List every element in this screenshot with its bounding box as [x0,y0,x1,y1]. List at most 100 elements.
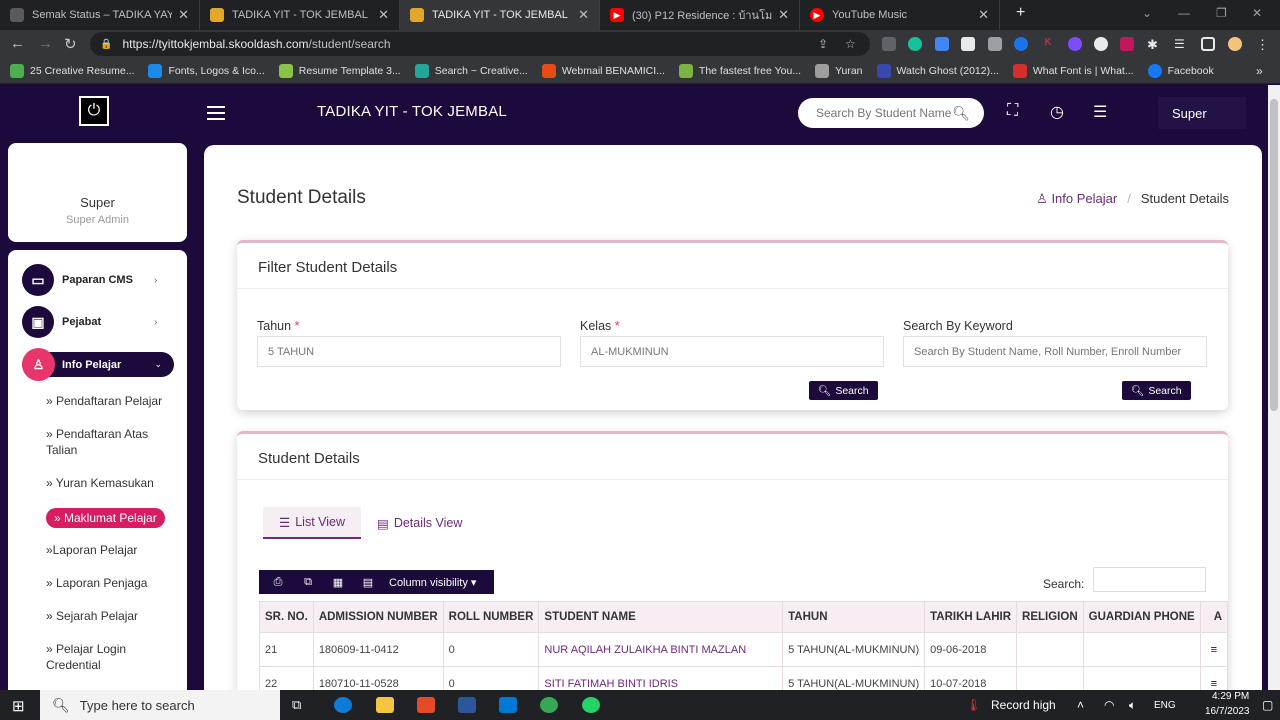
keyword-input[interactable] [903,336,1207,367]
extension-icon[interactable] [1094,37,1108,51]
windows-start-icon[interactable]: ⊞ [12,697,25,715]
sidebar-sub-maklumat-pelajar[interactable]: » Maklumat Pelajar [46,508,165,528]
school-logo[interactable]: ⏻ [79,96,109,126]
user-menu[interactable]: Super [1158,97,1246,129]
row-menu-icon[interactable]: ≡ [1211,678,1217,690]
puzzle-icon[interactable]: ✱ [1147,37,1161,52]
sidebar-sub-laporan-pelajar[interactable]: »Laporan Pelajar [46,542,176,558]
sidebar-sub-pelajar-login-credential[interactable]: » Pelajar Login Credential [46,641,176,673]
notification-icon[interactable]: ▢ [1262,698,1273,712]
extension-icon[interactable] [1068,37,1082,51]
bookmark-item[interactable]: Fonts, Logos & Ico... [148,63,265,78]
fullscreen-icon[interactable]: ⛶ [1007,102,1018,120]
extension-icon[interactable] [1014,37,1028,51]
bookmark-item[interactable]: Webmail BENAMICI... [541,63,665,78]
copy-icon[interactable]: ⧉ [293,576,323,589]
page-scrollbar[interactable] [1268,85,1280,690]
excel-icon[interactable]: ▦ [323,576,353,589]
scrollbar-thumb[interactable] [1270,99,1278,411]
breadcrumb-link[interactable]: ♙ Info Pelajar [1036,191,1117,207]
sidepanel-icon[interactable] [1201,37,1215,51]
clock-time[interactable]: 4:29 PM [1212,691,1249,702]
search-button-kelas[interactable]: 🔍︎ Search [809,381,878,400]
close-icon[interactable]: ✕ [978,7,989,23]
more-bookmarks-icon[interactable]: » [1256,64,1263,78]
bookmark-item[interactable]: The fastest free You... [678,63,801,78]
sidebar-item-pejabat[interactable]: ▣ Pejabat › [22,306,157,338]
col-admission-number[interactable]: ADMISSION NUMBER [312,601,444,633]
edge-icon[interactable] [334,697,352,713]
wifi-icon[interactable]: ◠ [1104,698,1114,712]
clock-icon[interactable]: ◷ [1050,102,1064,122]
close-icon[interactable]: ✕ [178,7,189,23]
close-icon[interactable]: ✕ [578,7,589,23]
layout-icon[interactable]: ☰ [1093,102,1107,122]
tab-list-view[interactable]: ☰ List View [263,507,362,539]
clock-date[interactable]: 16/7/2023 [1205,706,1250,717]
extension-icon[interactable] [882,37,896,51]
col-tarikh-lahir[interactable]: TARIKH LAHIR [924,601,1018,633]
col-roll-number[interactable]: ROLL NUMBER [442,601,540,633]
col-sr-no[interactable]: SR. NO. [259,601,314,633]
browser-tab-4[interactable]: ▶ (30) P12 Residence : บ้านโมเดิร์นสี ✕ [600,0,800,30]
sidebar-item-info-pelajar[interactable]: ♙ Info Pelajar ⌄ [22,348,174,381]
header-search-input[interactable] [816,106,953,120]
store-icon[interactable] [417,697,435,713]
word-icon[interactable] [458,697,476,713]
back-icon[interactable]: ← [10,35,25,52]
file-explorer-icon[interactable] [376,697,394,713]
pdf-icon[interactable]: ▤ [353,576,383,589]
table-search-input[interactable] [1093,567,1206,592]
minimize-icon[interactable]: — [1178,6,1190,20]
window-close-icon[interactable]: ✕ [1252,6,1262,20]
bookmark-item[interactable]: 25 Creative Resume... [10,63,134,78]
kelas-select[interactable]: AL-MUKMINUN [580,336,884,367]
sidebar-sub-laporan-penjaga[interactable]: » Laporan Penjaga [46,575,176,591]
bookmark-item[interactable]: Yuran [815,63,863,78]
col-action[interactable]: A [1199,601,1229,633]
forward-icon[interactable]: → [38,35,53,52]
sidebar-sub-yuran-kemasukan[interactable]: » Yuran Kemasukan [46,475,176,491]
search-button-keyword[interactable]: 🔍︎ Search [1122,381,1191,400]
sidebar-sub-pendaftaran-pelajar[interactable]: » Pendaftaran Pelajar [46,393,176,409]
task-view-icon[interactable]: ⧉ [292,697,310,713]
close-icon[interactable]: ✕ [778,7,789,23]
browser-tab-3[interactable]: TADIKA YIT - TOK JEMBAL ✕ [400,0,600,30]
tahun-select[interactable]: 5 TAHUN [257,336,561,367]
camera-icon[interactable] [988,37,1002,51]
whatsapp-icon[interactable] [582,697,600,713]
bookmark-item[interactable]: What Font is | What... [1012,63,1134,78]
chrome-icon[interactable] [540,697,558,713]
weather-text[interactable]: Record high [991,698,1056,712]
language-indicator[interactable]: ENG [1154,700,1176,711]
sidebar-sub-sejarah-pelajar[interactable]: » Sejarah Pelajar [46,608,176,624]
search-icon[interactable]: 🔍︎ [952,105,970,122]
col-religion[interactable]: RELIGION [1016,601,1084,633]
bookmark-item[interactable]: Watch Ghost (2012)... [876,63,999,78]
close-icon[interactable]: ✕ [378,7,389,23]
grammarly-icon[interactable] [908,37,922,51]
address-bar[interactable]: 🔒 https://tyittokjembal.skooldash.com/st… [90,32,870,56]
col-tahun[interactable]: TAHUN [782,601,926,633]
browser-tab-1[interactable]: Semak Status – TADIKA YAYASAN ISLAM ✕ [0,0,200,30]
sidebar-item-paparan-cms[interactable]: ▭ Paparan CMS › [22,264,157,296]
star-icon[interactable]: ☆ [845,37,856,51]
bookmark-item[interactable]: Resume Template 3... [278,63,401,78]
browser-tab-2[interactable]: TADIKA YIT - TOK JEMBAL ✕ [200,0,400,30]
extension-icon[interactable]: K [1041,37,1055,51]
chevron-up-icon[interactable]: ˄ [1077,698,1084,712]
new-tab-button[interactable]: + [1016,4,1025,22]
col-guardian-phone[interactable]: GUARDIAN PHONE [1082,601,1201,633]
tab-details-view[interactable]: ▤ Details View [361,507,478,539]
taskbar-search[interactable]: 🔍︎ Type here to search [40,690,280,720]
chevron-down-icon[interactable]: ⌄ [1142,6,1152,20]
mail-icon[interactable] [499,697,517,713]
cell-student-name[interactable]: NUR AQILAH ZULAIKHA BINTI MAZLAN [538,632,784,667]
browser-tab-5[interactable]: ▶ YouTube Music ✕ [800,0,1000,30]
extension-icon[interactable] [935,37,949,51]
media-icon[interactable]: ☰ [1174,37,1188,51]
volume-icon[interactable]: 🔈︎ [1129,698,1136,713]
column-visibility-button[interactable]: Column visibility ▾ [389,576,476,589]
bookmark-item[interactable]: Facebook [1147,63,1214,78]
extension-icon[interactable] [961,37,975,51]
